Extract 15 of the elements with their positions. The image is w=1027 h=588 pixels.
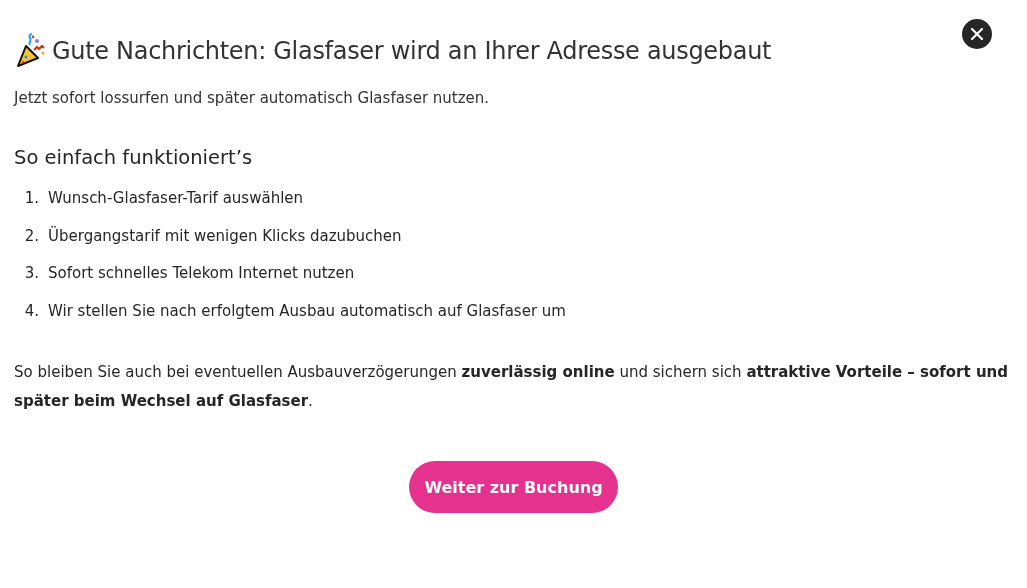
close-icon	[971, 28, 983, 40]
continue-button[interactable]: Weiter zur Buchung	[409, 461, 618, 513]
close-button[interactable]	[962, 19, 992, 49]
step-number: 2.	[23, 225, 39, 246]
summary-text: So bleiben Sie auch bei eventuellen Ausbauverzögerungen zuverlässig online und sichern sich attraktive Vorteile – sofort und später beim Wechsel auf Glasfaser.	[14, 362, 1009, 412]
step-text: Wunsch-Glasfaser-Tarif auswählen	[48, 188, 304, 209]
step-text: Sofort schnelles Telekom Internet nutzen	[48, 263, 355, 284]
step-number: 4.	[23, 300, 39, 321]
step-number: 1.	[23, 188, 39, 209]
step-text: Übergangstarif mit wenigen Klicks dazubuchen	[48, 225, 402, 246]
section-heading: So einfach funktioniert’s	[14, 146, 254, 169]
subtitle: Jetzt sofort lossurfen und später automatisch Glasfaser nutzen.	[14, 89, 491, 107]
step-number: 3.	[23, 263, 39, 284]
dialog-title: Gute Nachrichten: Glasfaser wird an Ihrer Adresse ausgebaut	[52, 37, 772, 65]
step-text: Wir stellen Sie nach erfolgtem Ausbau automatisch auf Glasfaser um	[48, 300, 566, 321]
